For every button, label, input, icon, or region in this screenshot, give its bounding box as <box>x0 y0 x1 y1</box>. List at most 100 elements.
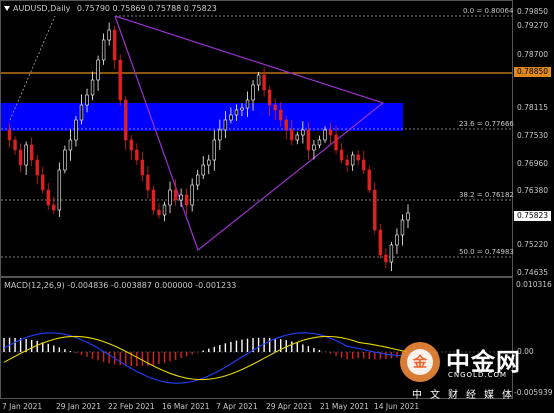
candle-body <box>101 39 106 61</box>
fib-label-50: 50.0 = 0.74983 <box>459 248 514 256</box>
candle-body <box>57 169 62 211</box>
candle-body <box>90 79 95 96</box>
price-tick: 0.76960 <box>517 159 549 168</box>
candle-body <box>140 159 145 176</box>
price-tick: 0.74635 <box>517 268 549 277</box>
candle-body <box>24 144 28 166</box>
resistance-price-tag: 0.78850 <box>514 67 552 77</box>
candlestick-series <box>7 22 410 272</box>
candle-body <box>240 107 244 111</box>
supply-zone-rect <box>1 103 403 131</box>
candle-body <box>262 74 266 91</box>
macd-tick: 0.010316 <box>516 280 552 289</box>
date-tick: 22 Feb 2021 <box>108 402 155 411</box>
candle-body <box>234 109 239 116</box>
date-tick: 7 Apr 2021 <box>216 402 258 411</box>
candle-body <box>201 164 205 176</box>
fib-label-23: 23.6 = 0.77666 <box>459 120 514 128</box>
candle-body <box>339 149 344 161</box>
candle-body <box>218 129 222 141</box>
candle-body <box>13 139 17 151</box>
candle-body <box>301 129 305 136</box>
candle-body <box>345 159 349 166</box>
triangle-pattern <box>114 15 385 251</box>
candle-body <box>195 174 200 186</box>
price-tick: 0.76380 <box>517 186 549 195</box>
candle-body <box>256 74 261 86</box>
chart-title[interactable]: AUDUSD,Daily 0.75790 0.75869 0.75788 0.7… <box>4 4 217 14</box>
candle-body <box>157 209 161 216</box>
price-tick: 0.78700 <box>517 50 549 59</box>
dropdown-triangle-icon <box>4 6 10 11</box>
candle-body <box>284 119 288 131</box>
candle-body <box>323 129 327 141</box>
fib-label-38: 38.2 = 0.76182 <box>459 191 514 199</box>
date-tick: 21 May 2021 <box>320 402 369 411</box>
candle-body <box>74 119 78 141</box>
candle-body <box>68 139 73 151</box>
candle-body <box>7 129 12 141</box>
candle-body <box>124 99 128 141</box>
candle-body <box>168 189 172 206</box>
candle-body <box>373 189 377 231</box>
candle-body <box>63 149 67 171</box>
candle-body <box>384 254 388 263</box>
candle-body <box>184 194 189 206</box>
candle-body <box>229 114 233 121</box>
candle-body <box>251 84 255 101</box>
candle-body <box>112 29 117 61</box>
candle-body <box>173 189 178 201</box>
price-tick: 0.75220 <box>517 240 549 249</box>
current-price-tag: 0.75823 <box>514 211 552 221</box>
date-tick: 14 Jun 2021 <box>374 402 420 411</box>
candle-body <box>279 109 283 121</box>
price-tick: 0.79850 <box>517 7 549 16</box>
candle-body <box>146 174 150 191</box>
candle-body <box>207 159 211 166</box>
watermark-tagline: 中文财经媒体 <box>412 390 520 401</box>
candle-body <box>129 139 133 151</box>
date-tick: 29 Apr 2021 <box>266 402 313 411</box>
date-tick: 29 Jan 2021 <box>56 402 101 411</box>
candle-body <box>46 189 50 206</box>
macd-title: MACD(12,26,9) -0.004836 -0.003887 0.0000… <box>4 281 237 290</box>
candle-body <box>273 104 277 111</box>
candle-body <box>389 244 394 263</box>
candle-body <box>107 29 111 41</box>
watermark: 金 中金网 CNGOLD.COM 中文财经媒体 <box>398 340 548 402</box>
candle-body <box>96 59 100 81</box>
candle-body <box>290 129 294 141</box>
candle-body <box>356 154 360 161</box>
candle-body <box>362 159 366 171</box>
candle-body <box>162 204 167 216</box>
candle-body <box>306 129 311 151</box>
candle-body <box>212 139 217 161</box>
candle-body <box>18 149 23 166</box>
candle-body <box>118 59 122 101</box>
ohlc-values: 0.75790 0.75869 0.75788 0.75823 <box>76 4 217 13</box>
candle-body <box>41 174 45 191</box>
price-tick: 0.77530 <box>517 131 549 140</box>
candle-body <box>295 134 300 141</box>
svg-text:金: 金 <box>412 354 428 371</box>
symbol-label: AUDUSD,Daily <box>13 4 71 13</box>
candle-body <box>406 212 410 221</box>
candle-body <box>245 99 250 109</box>
candle-body <box>312 144 316 151</box>
candle-body <box>267 89 272 106</box>
candle-body <box>135 149 139 161</box>
candle-body <box>367 169 371 191</box>
price-tick: 0.78115 <box>517 103 549 112</box>
date-tick: 7 Jan 2021 <box>2 402 43 411</box>
candle-body <box>317 139 322 146</box>
candle-body <box>79 104 84 121</box>
candle-body <box>35 159 39 176</box>
cngold-logo-icon: 金 <box>400 342 440 382</box>
watermark-domain: CNGOLD.COM <box>448 371 508 379</box>
chart-window: AUDUSD,Daily 0.75790 0.75869 0.75788 0.7… <box>0 0 554 413</box>
candle-body <box>350 154 355 166</box>
date-tick: 16 Mar 2021 <box>162 402 210 411</box>
candle-body <box>179 194 183 201</box>
candle-body <box>223 119 228 131</box>
candle-body <box>334 134 338 151</box>
